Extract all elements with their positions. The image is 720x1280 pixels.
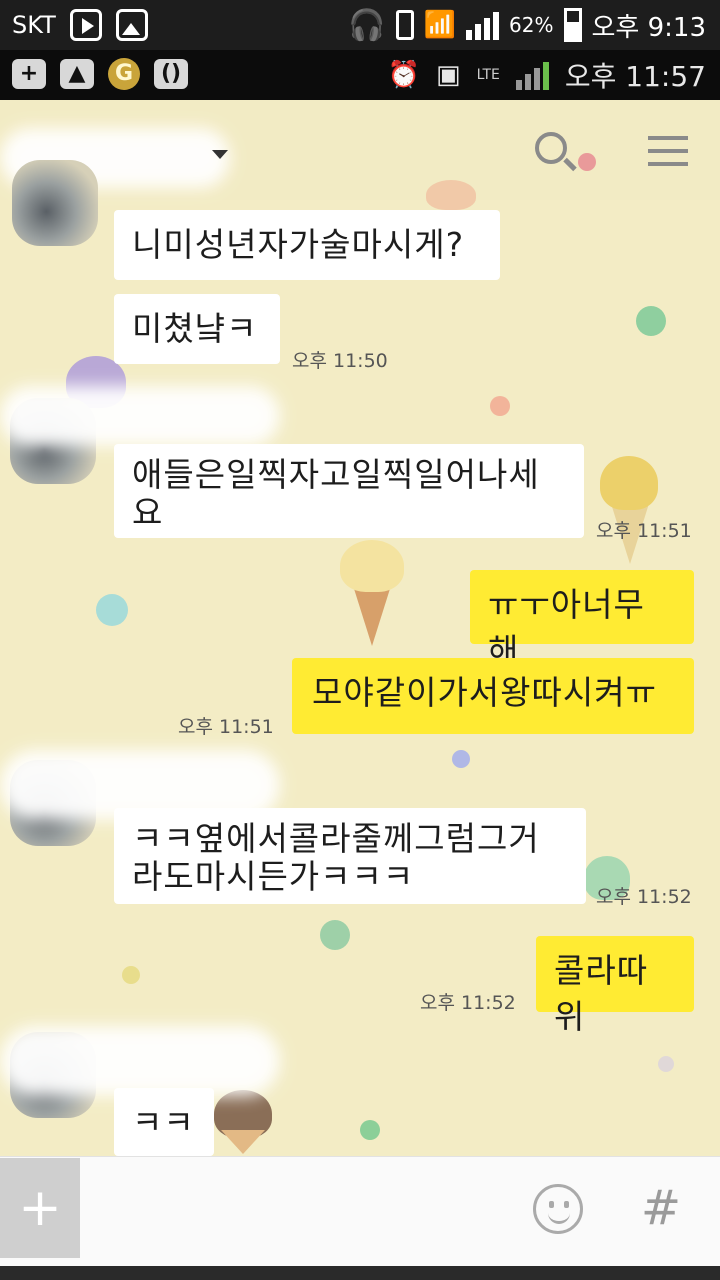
message-timestamp: 오후 11:52 (596, 886, 692, 908)
avatar[interactable] (12, 160, 98, 246)
battery-icon (563, 8, 582, 42)
message-bubble-incoming: 니미성년자가술마시게? (114, 210, 500, 280)
chevron-down-icon[interactable] (212, 150, 228, 159)
decor-dot (320, 920, 350, 950)
wifi-lock-icon: 📶 (423, 10, 457, 40)
status-time: 오후 9:13 (591, 12, 707, 43)
network-type: LTE (476, 67, 500, 83)
decor-dot (122, 966, 140, 984)
alarm-icon: ⏰ (387, 60, 421, 90)
message-timestamp: 오후 11:52 (420, 992, 516, 1014)
message-bubble-outgoing: 콜라따위 (536, 936, 694, 1036)
message-bubble-incoming: 미쳤냨ㅋ (114, 294, 280, 364)
message-bubble-outgoing: 모야같이가서왕따시켜ㅠ (292, 658, 694, 734)
message-bubble-incoming: ㅋㅋ옆에서콜라줄께그럼그거 라도마시든가ㅋㅋㅋ (114, 808, 586, 904)
status-sim-icon: ▣ (436, 60, 461, 90)
signal-icon (466, 10, 500, 40)
decor-dot (636, 306, 666, 336)
battery-percent: 62% (509, 13, 554, 37)
decor-dot (96, 594, 128, 626)
attach-plus-button[interactable]: + (0, 1158, 80, 1258)
gallery-icon (115, 9, 148, 41)
redacted-sender-name (0, 386, 280, 446)
message-bubble-incoming: 애들은일찍자고일찍일어나세 요 (114, 444, 584, 538)
play-icon (69, 9, 102, 41)
message-bubble-outgoing: ㅠㅜ아너무해 (470, 570, 694, 670)
gallery-icon: ▲ (60, 59, 94, 89)
decor-dot (490, 396, 510, 416)
hash-icon[interactable]: # (636, 1180, 686, 1236)
decor-dot (452, 750, 470, 768)
notification-plus-icon: + (12, 59, 46, 89)
search-icon[interactable] (535, 132, 567, 164)
ice-cream-cone (221, 1130, 265, 1154)
emoji-icon[interactable] (533, 1184, 583, 1234)
inner-status-time: 오후 11:57 (564, 60, 706, 93)
message-input[interactable] (90, 1170, 520, 1250)
ice-cream-scoop (340, 540, 404, 592)
message-timestamp: 오후 11:51 (178, 716, 274, 738)
decor-dot (658, 1056, 674, 1072)
app-bracket-icon: () (154, 59, 188, 89)
message-bubble-incoming: ㅋㅋ (114, 1088, 214, 1156)
ice-cream-scoop (600, 456, 658, 510)
outer-status-bar: SKT 🎧 📶 62% 오후 9:13 (0, 0, 720, 50)
carrier-label: SKT (12, 11, 56, 39)
signal-icon (515, 60, 549, 90)
ice-cream-scoop (426, 180, 476, 210)
search-dot-decoration (578, 153, 596, 171)
message-timestamp: 오후 11:51 (596, 520, 692, 542)
menu-icon[interactable] (648, 136, 688, 166)
vibrate-icon (395, 10, 414, 40)
bottom-edge (0, 1266, 720, 1280)
redacted-sender-name (0, 1026, 280, 1096)
decor-dot (360, 1120, 380, 1140)
inner-status-bar: + ▲ G () ⏰ ▣ LTE 오후 11:57 (0, 50, 720, 100)
headset-icon: 🎧 (348, 7, 386, 43)
message-timestamp: 오후 11:50 (292, 350, 388, 372)
app-g-icon: G (108, 58, 140, 90)
